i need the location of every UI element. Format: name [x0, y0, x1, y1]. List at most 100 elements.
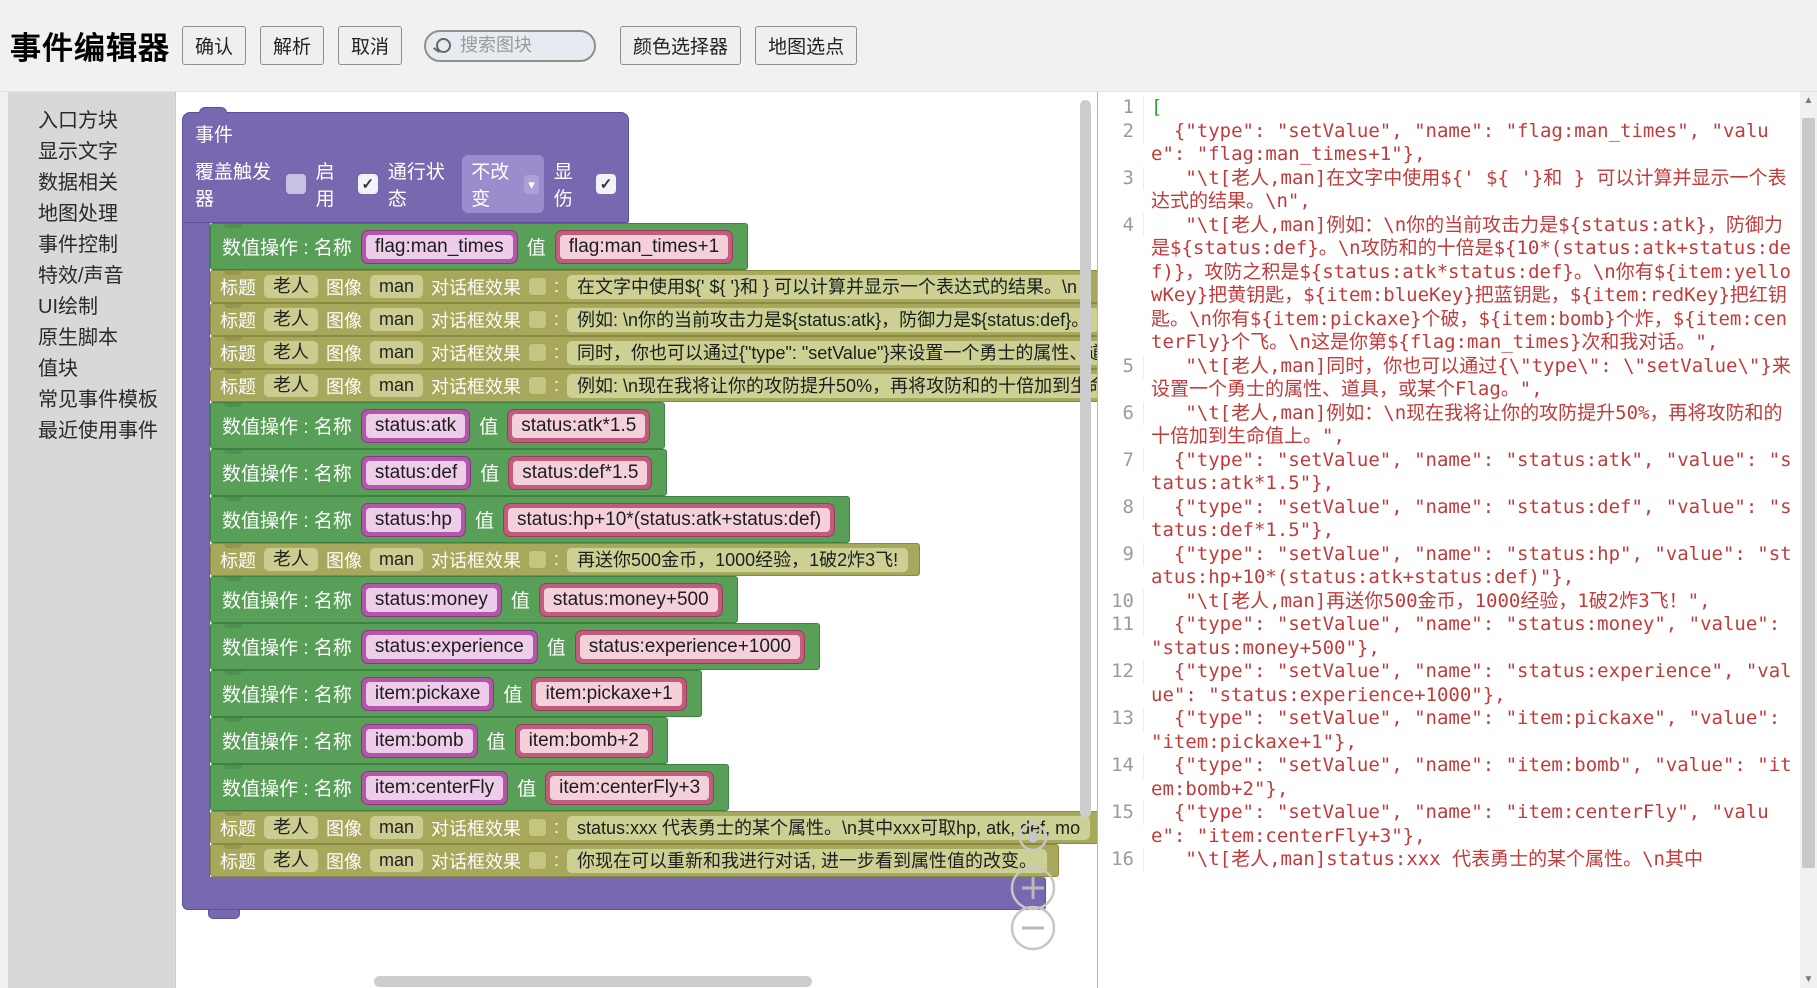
value-field[interactable]: status:money+500: [539, 583, 723, 617]
dialog-title-field[interactable]: 老人: [263, 848, 319, 873]
code-text[interactable]: "\t[老人,man]例如：\n现在我将让你的攻防提升50%，再将攻防和的十倍加…: [1144, 402, 1796, 449]
scroll-down-button[interactable]: ▼: [1800, 971, 1817, 988]
enabled-checkbox[interactable]: ✓: [358, 174, 378, 194]
name-field[interactable]: item:centerFly: [361, 771, 508, 805]
search-input[interactable]: [458, 34, 562, 57]
dialog-image-field[interactable]: man: [369, 547, 424, 572]
dialog-image-field[interactable]: man: [369, 815, 424, 840]
dialog-effect-checkbox[interactable]: [528, 277, 547, 296]
zoom-out-button[interactable]: [1012, 907, 1054, 949]
sidebar-item-3[interactable]: 地图处理: [38, 199, 175, 230]
value-field[interactable]: status:hp+10*(status:atk+status:def): [503, 503, 835, 537]
dialog-title-field[interactable]: 老人: [263, 547, 319, 572]
setvalue-block[interactable]: 数值操作 : 名称item:bomb值item:bomb+2: [210, 717, 668, 764]
setvalue-block[interactable]: 数值操作 : 名称status:money值status:money+500: [210, 576, 738, 623]
dialog-text-field[interactable]: 同时，你也可以通过{"type": "setValue"}来设置一个勇士的属性、…: [566, 340, 1097, 366]
code-text[interactable]: {"type": "setValue", "name": "flag:man_t…: [1144, 120, 1796, 167]
code-text[interactable]: "\t[老人,man]同时，你也可以通过{\"type\": \"setValu…: [1144, 355, 1796, 402]
name-field[interactable]: status:atk: [361, 409, 470, 443]
scroll-up-button[interactable]: ▲: [1800, 92, 1817, 109]
dialog-title-field[interactable]: 老人: [263, 340, 319, 365]
dialog-text-field[interactable]: 再送你500金币，1000经验，1破2炸3飞!: [566, 547, 909, 573]
name-field[interactable]: item:bomb: [361, 724, 478, 758]
setvalue-block[interactable]: 数值操作 : 名称item:pickaxe值item:pickaxe+1: [210, 670, 702, 717]
value-field[interactable]: status:def*1.5: [508, 456, 652, 490]
sidebar-item-4[interactable]: 事件控制: [38, 230, 175, 261]
sidebar-item-6[interactable]: UI绘制: [38, 292, 175, 323]
dialog-block[interactable]: 标题老人图像man对话框效果:再送你500金币，1000经验，1破2炸3飞!: [210, 543, 920, 576]
dialog-block[interactable]: 标题老人图像man对话框效果:status:xxx 代表勇士的某个属性。\n其中…: [210, 811, 1097, 844]
scrollbar-thumb[interactable]: [1802, 118, 1815, 868]
sidebar-item-0[interactable]: 入口方块: [38, 106, 175, 137]
canvas-horizontal-scrollbar[interactable]: [374, 976, 812, 987]
block-canvas[interactable]: 事件 覆盖触发器启用✓通行状态不改变▾显伤✓ 数值操作 : 名称flag:man…: [175, 92, 1097, 988]
code-text[interactable]: {"type": "setValue", "name": "status:atk…: [1144, 449, 1796, 496]
code-text[interactable]: {"type": "setValue", "name": "status:exp…: [1144, 660, 1796, 707]
dialog-image-field[interactable]: man: [369, 340, 424, 365]
code-text[interactable]: "\t[老人,man]例如：\n你的当前攻击力是${status:atk}，防御…: [1144, 214, 1796, 355]
dialog-title-field[interactable]: 老人: [263, 373, 319, 398]
setvalue-block[interactable]: 数值操作 : 名称status:atk值status:atk*1.5: [210, 402, 665, 449]
value-field[interactable]: item:pickaxe+1: [531, 677, 686, 711]
sidebar-item-8[interactable]: 值块: [38, 354, 175, 385]
dialog-title-field[interactable]: 老人: [263, 815, 319, 840]
event-block-header[interactable]: 事件 覆盖触发器启用✓通行状态不改变▾显伤✓: [182, 112, 629, 223]
sidebar-item-7[interactable]: 原生脚本: [38, 323, 175, 354]
dialog-image-field[interactable]: man: [369, 274, 424, 299]
dialog-effect-checkbox[interactable]: [528, 376, 547, 395]
zoom-in-button[interactable]: [1012, 867, 1054, 909]
code-editor[interactable]: 1[2 {"type": "setValue", "name": "flag:m…: [1098, 96, 1800, 988]
dialog-block[interactable]: 标题老人图像man对话框效果:例如: \n现在我将让你的攻防提升50%，再将攻防…: [210, 369, 1097, 402]
dialog-effect-checkbox[interactable]: [528, 818, 547, 837]
setvalue-block[interactable]: 数值操作 : 名称status:experience值status:experi…: [210, 623, 820, 670]
value-field[interactable]: item:centerFly+3: [545, 771, 714, 805]
code-text[interactable]: {"type": "setValue", "name": "status:hp"…: [1144, 543, 1796, 590]
canvas-vertical-scrollbar[interactable]: [1080, 100, 1091, 818]
color-picker-button[interactable]: 颜色选择器: [620, 26, 741, 65]
dialog-image-field[interactable]: man: [369, 307, 424, 332]
name-field[interactable]: status:def: [361, 456, 471, 490]
setvalue-block[interactable]: 数值操作 : 名称status:def值status:def*1.5: [210, 449, 667, 496]
code-text[interactable]: "\t[老人,man]status:xxx 代表勇士的某个属性。\n其中: [1144, 848, 1796, 872]
dialog-effect-checkbox[interactable]: [528, 550, 547, 569]
code-text[interactable]: "\t[老人,man]在文字中使用${' ${ '}和 } 可以计算并显示一个表…: [1144, 167, 1796, 214]
dialog-title-field[interactable]: 老人: [263, 307, 319, 332]
setvalue-block[interactable]: 数值操作 : 名称item:centerFly值item:centerFly+3: [210, 764, 729, 811]
reset-view-button[interactable]: [1014, 818, 1052, 856]
parse-button[interactable]: 解析: [260, 26, 324, 65]
sidebar-item-1[interactable]: 显示文字: [38, 137, 175, 168]
dialog-effect-checkbox[interactable]: [528, 851, 547, 870]
pass-state-dropdown[interactable]: 不改变▾: [462, 155, 543, 213]
value-field[interactable]: status:experience+1000: [575, 630, 805, 664]
dialog-effect-checkbox[interactable]: [528, 310, 547, 329]
setvalue-block[interactable]: 数值操作 : 名称status:hp值status:hp+10*(status:…: [210, 496, 850, 543]
code-text[interactable]: {"type": "setValue", "name": "item:bomb"…: [1144, 754, 1796, 801]
name-field[interactable]: status:hp: [361, 503, 466, 537]
code-text[interactable]: {"type": "setValue", "name": "status:mon…: [1144, 613, 1796, 660]
dialog-image-field[interactable]: man: [369, 373, 424, 398]
code-text[interactable]: "\t[老人,man]再送你500金币，1000经验，1破2炸3飞！",: [1144, 590, 1796, 614]
setvalue-block[interactable]: 数值操作 : 名称flag:man_times值flag:man_times+1: [210, 223, 748, 270]
dialog-block[interactable]: 标题老人图像man对话框效果:例如: \n你的当前攻击力是${status:at…: [210, 303, 1097, 336]
dialog-text-field[interactable]: 例如: \n你的当前攻击力是${status:atk}，防御力是${status…: [566, 307, 1097, 333]
code-text[interactable]: {"type": "setValue", "name": "item:cente…: [1144, 801, 1796, 848]
dialog-text-field[interactable]: 例如: \n现在我将让你的攻防提升50%，再将攻防和的十倍加到生命值上。: [566, 373, 1097, 399]
code-scrollbar[interactable]: ▲ ▼: [1800, 92, 1817, 988]
cover-trigger-checkbox[interactable]: [286, 174, 306, 194]
name-field[interactable]: status:money: [361, 583, 502, 617]
name-field[interactable]: status:experience: [361, 630, 538, 664]
code-text[interactable]: {"type": "setValue", "name": "item:picka…: [1144, 707, 1796, 754]
code-text[interactable]: [: [1144, 96, 1796, 120]
value-field[interactable]: status:atk*1.5: [507, 409, 650, 443]
dialog-title-field[interactable]: 老人: [263, 274, 319, 299]
code-panel[interactable]: 1[2 {"type": "setValue", "name": "flag:m…: [1097, 92, 1817, 988]
code-text[interactable]: {"type": "setValue", "name": "status:def…: [1144, 496, 1796, 543]
confirm-button[interactable]: 确认: [182, 26, 246, 65]
show-damage-checkbox[interactable]: ✓: [596, 174, 616, 194]
name-field[interactable]: flag:man_times: [361, 230, 518, 264]
sidebar-item-5[interactable]: 特效/声音: [38, 261, 175, 292]
dialog-image-field[interactable]: man: [369, 848, 424, 873]
dialog-block[interactable]: 标题老人图像man对话框效果:你现在可以重新和我进行对话, 进一步看到属性值的改…: [210, 844, 1059, 877]
event-block[interactable]: 事件 覆盖触发器启用✓通行状态不改变▾显伤✓ 数值操作 : 名称flag:man…: [182, 112, 1097, 919]
map-point-button[interactable]: 地图选点: [755, 26, 857, 65]
